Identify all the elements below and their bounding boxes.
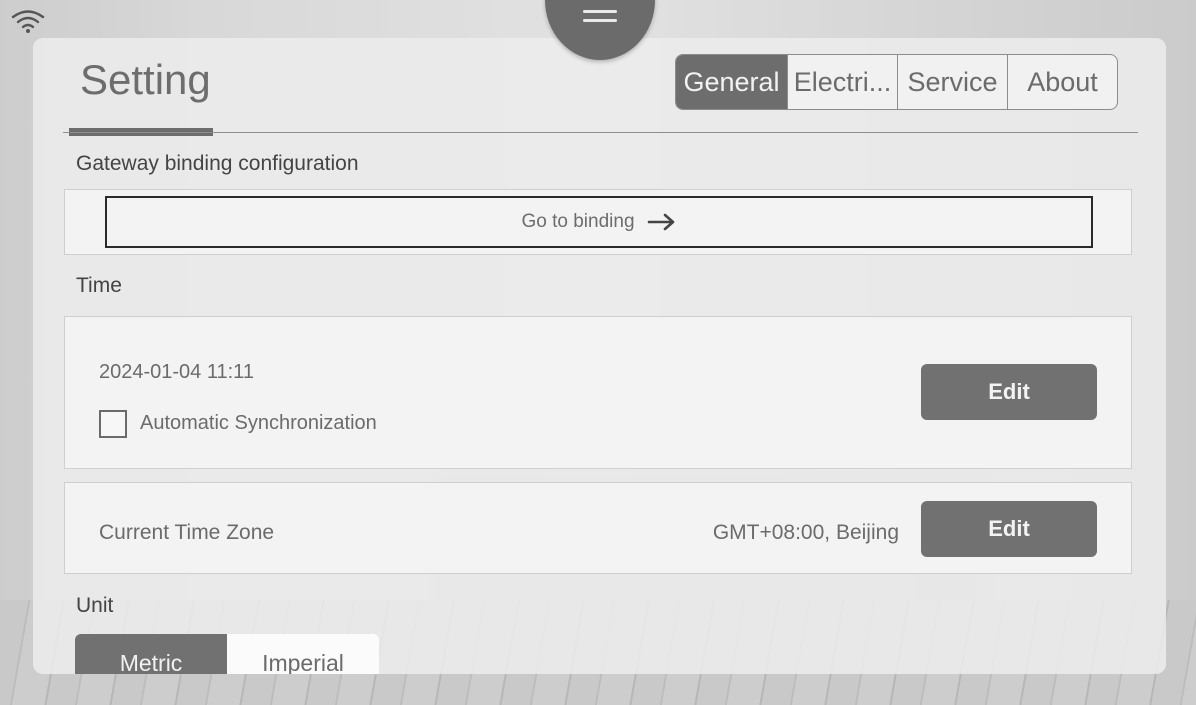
wifi-icon xyxy=(11,10,45,33)
unit-toggle: Metric Imperial xyxy=(75,634,379,674)
menu-icon xyxy=(583,10,617,28)
tab-electricity[interactable]: Electri... xyxy=(787,55,897,109)
arrow-right-icon xyxy=(647,213,674,231)
settings-tabs: General Electri... Service About xyxy=(675,54,1118,110)
unit-section-label: Unit xyxy=(76,594,114,617)
tab-about[interactable]: About xyxy=(1007,55,1117,109)
tab-general[interactable]: General xyxy=(676,55,787,109)
time-card: 2024-01-04 11:11 Automatic Synchronizati… xyxy=(64,316,1132,469)
edit-time-button[interactable]: Edit xyxy=(921,364,1097,420)
unit-metric-option[interactable]: Metric xyxy=(75,634,227,674)
timezone-card: Current Time Zone GMT+08:00, Beijing Edi… xyxy=(64,482,1132,574)
tab-service[interactable]: Service xyxy=(897,55,1007,109)
unit-imperial-option[interactable]: Imperial xyxy=(227,634,379,674)
go-to-binding-label: Go to binding xyxy=(521,211,635,232)
auto-sync-checkbox[interactable] xyxy=(99,410,127,438)
edit-timezone-button[interactable]: Edit xyxy=(921,501,1097,557)
gateway-section-label: Gateway binding configuration xyxy=(76,152,359,175)
time-section-label: Time xyxy=(76,274,122,297)
current-time-value: 2024-01-04 11:11 xyxy=(99,361,254,383)
go-to-binding-button[interactable]: Go to binding xyxy=(105,196,1093,248)
page-title: Setting xyxy=(80,56,211,103)
timezone-label: Current Time Zone xyxy=(99,521,275,544)
auto-sync-label: Automatic Synchronization xyxy=(140,412,377,434)
gateway-card: Go to binding xyxy=(64,189,1132,255)
header-divider xyxy=(63,132,1138,133)
settings-panel: Setting General Electri... Service About… xyxy=(33,38,1166,674)
timezone-value: GMT+08:00, Beijing xyxy=(712,521,899,544)
